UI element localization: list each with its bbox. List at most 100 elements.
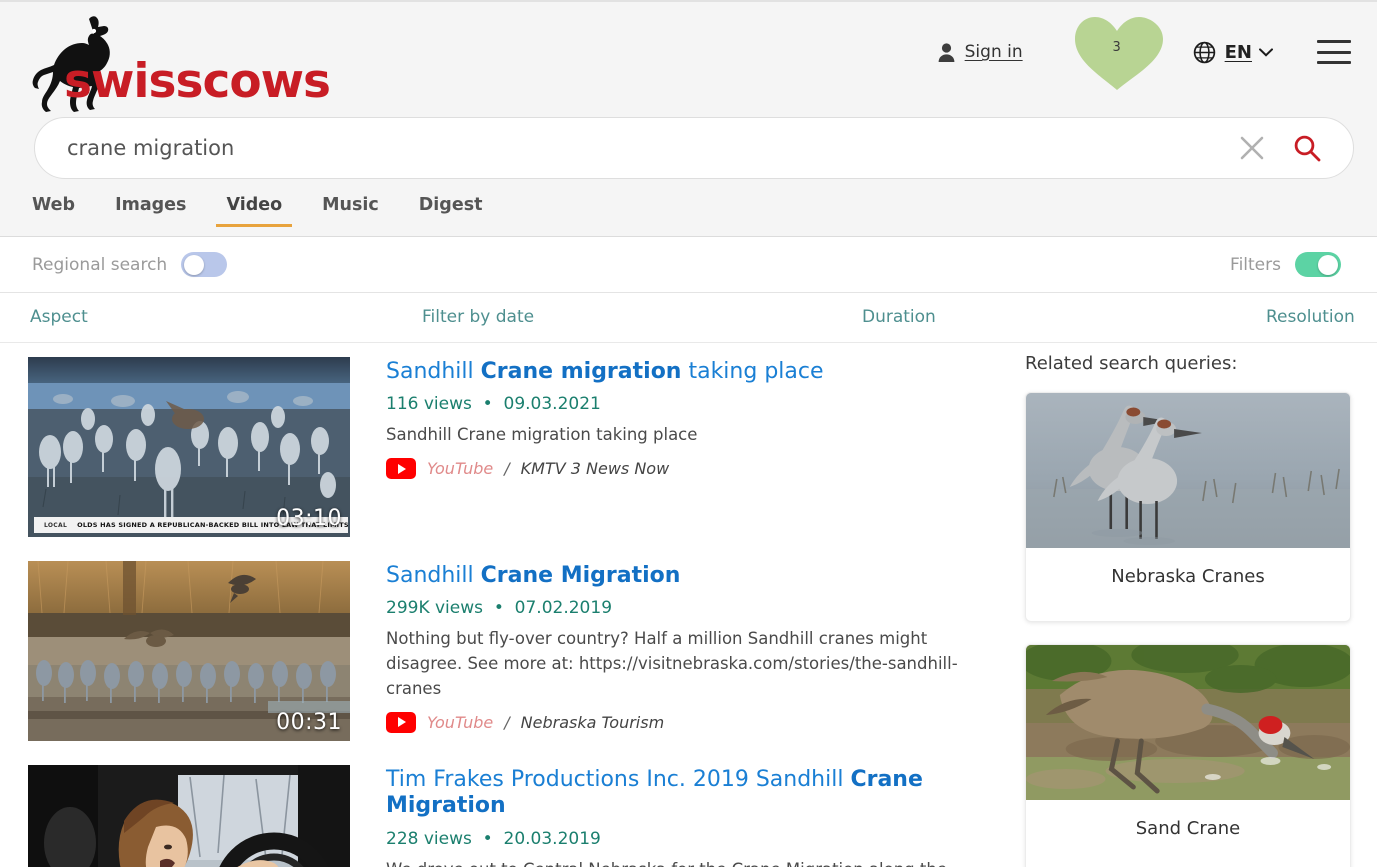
related-queries-title: Related search queries: (1025, 353, 1351, 374)
result-item: Tim Frakes Productions Inc. 2019 Sandhil… (28, 765, 1008, 867)
youtube-icon (386, 458, 416, 479)
sign-in-button[interactable]: Sign in (938, 42, 1023, 62)
result-date: 09.03.2021 (504, 394, 601, 414)
result-source: YouTube / KMTV 3 News Now (386, 458, 970, 479)
two-sandhill-cranes-image (1026, 393, 1350, 548)
sandhill-crane-foraging-image (1026, 645, 1350, 800)
video-thumbnail[interactable]: LOCAL OLDS HAS SIGNED A REPUBLICAN-BACKE… (28, 357, 350, 537)
result-views: 299K views (386, 598, 483, 618)
logo-wordmark: swisscows (64, 58, 330, 105)
search-vertical-tabs: Web Images Video Music Digest (0, 185, 1377, 237)
result-title-pre: Tim Frakes Productions Inc. 2019 Sandhil… (386, 767, 850, 792)
video-results-list: LOCAL OLDS HAS SIGNED A REPUBLICAN-BACKE… (28, 357, 1008, 867)
result-description: Nothing but fly-over country? Half a mil… (386, 627, 970, 701)
result-title-post: taking place (681, 359, 823, 384)
search-icon (1292, 133, 1322, 163)
language-label: EN (1225, 42, 1252, 63)
related-query-card[interactable]: Sand Crane (1025, 644, 1351, 867)
related-queries-sidebar: Related search queries: (1025, 353, 1351, 867)
result-info: Sandhill Crane Migration 299K views • 07… (350, 561, 970, 741)
result-meta: 299K views • 07.02.2019 (386, 598, 970, 618)
filters-toggle-group: Filters (1230, 252, 1341, 277)
result-meta: 228 views • 20.03.2019 (386, 829, 970, 849)
filters-knob (1318, 255, 1338, 275)
filters-label: Filters (1230, 255, 1281, 275)
meta-separator: • (483, 829, 493, 849)
hamburger-menu-button[interactable] (1317, 40, 1351, 64)
header-actions: Sign in 3 EN (938, 2, 1351, 102)
source-separator: / (504, 713, 509, 732)
regional-search-label: Regional search (32, 255, 167, 275)
ticker-tag: LOCAL (34, 522, 77, 529)
related-query-card[interactable]: Nebraska Cranes (1025, 392, 1351, 622)
result-title-highlight: Crane Migration (481, 563, 681, 588)
tab-video[interactable]: Video (226, 189, 282, 227)
main-content: LOCAL OLDS HAS SIGNED A REPUBLICAN-BACKE… (0, 343, 1377, 867)
filters-toggle[interactable] (1295, 252, 1341, 277)
thumbnail-image-woman-driving-car (28, 765, 350, 867)
filter-resolution[interactable]: Resolution (1266, 307, 1355, 327)
play-triangle-icon (398, 717, 406, 727)
youtube-icon (386, 712, 416, 733)
result-meta: 116 views • 09.03.2021 (386, 394, 970, 414)
video-thumbnail[interactable]: 00:31 (28, 561, 350, 741)
site-logo[interactable]: swisscows (28, 8, 330, 113)
tab-images[interactable]: Images (115, 189, 186, 227)
video-duration: 03:10 (276, 506, 342, 531)
result-views: 228 views (386, 829, 472, 849)
search-bar-zone (0, 117, 1377, 185)
favorites-count: 3 (1112, 40, 1120, 55)
menu-bar-2 (1317, 51, 1351, 54)
toggles-row: Regional search Filters (0, 237, 1377, 293)
tab-digest[interactable]: Digest (419, 189, 483, 227)
result-title-highlight: Crane migration (481, 359, 682, 384)
tab-web[interactable]: Web (32, 189, 75, 227)
result-date: 07.02.2019 (515, 598, 612, 618)
related-query-label: Nebraska Cranes (1026, 548, 1350, 587)
site-header: swisscows Sign in 3 EN (0, 0, 1377, 117)
result-title[interactable]: Tim Frakes Productions Inc. 2019 Sandhil… (386, 767, 970, 820)
play-triangle-icon (398, 464, 406, 474)
source-channel: KMTV 3 News Now (521, 459, 670, 478)
filter-duration[interactable]: Duration (862, 307, 936, 327)
person-icon (938, 43, 955, 62)
chevron-down-icon (1259, 48, 1273, 57)
search-submit-button[interactable] (1287, 128, 1327, 168)
search-box[interactable] (34, 117, 1354, 179)
filters-row: Aspect Filter by date Duration Resolutio… (0, 293, 1377, 343)
regional-search-toggle[interactable] (181, 252, 227, 277)
result-item: LOCAL OLDS HAS SIGNED A REPUBLICAN-BACKE… (28, 357, 1008, 537)
result-source: YouTube / Nebraska Tourism (386, 712, 970, 733)
clear-search-button[interactable] (1235, 131, 1269, 165)
result-title[interactable]: Sandhill Crane migration taking place (386, 359, 970, 385)
filter-by-date[interactable]: Filter by date (422, 307, 534, 327)
meta-separator: • (483, 394, 493, 414)
regional-search-toggle-group: Regional search (32, 252, 227, 277)
result-date: 20.03.2019 (504, 829, 601, 849)
sign-in-label: Sign in (965, 42, 1023, 62)
source-separator: / (504, 459, 509, 478)
meta-separator: • (494, 598, 504, 618)
result-title[interactable]: Sandhill Crane Migration (386, 563, 970, 589)
close-icon (1239, 135, 1265, 161)
menu-bar-1 (1317, 40, 1351, 43)
video-thumbnail[interactable] (28, 765, 350, 867)
source-platform: YouTube (427, 713, 493, 732)
menu-bar-3 (1317, 61, 1351, 64)
filter-aspect[interactable]: Aspect (30, 307, 88, 327)
source-platform: YouTube (427, 459, 493, 478)
search-input[interactable] (35, 136, 1235, 160)
tab-music[interactable]: Music (322, 189, 379, 227)
related-query-image (1026, 645, 1350, 800)
result-info: Sandhill Crane migration taking place 11… (350, 357, 970, 537)
source-channel: Nebraska Tourism (521, 713, 665, 732)
regional-search-knob (184, 255, 204, 275)
favorites-button[interactable]: 3 (1071, 13, 1163, 91)
related-query-label: Sand Crane (1026, 800, 1350, 839)
result-item: 00:31 Sandhill Crane Migration 299K view… (28, 561, 1008, 741)
language-selector[interactable]: EN (1193, 41, 1273, 64)
result-views: 116 views (386, 394, 472, 414)
result-description: We drove out to Central Nebraska for the… (386, 858, 970, 867)
video-duration: 00:31 (276, 710, 342, 735)
result-info: Tim Frakes Productions Inc. 2019 Sandhil… (350, 765, 970, 867)
